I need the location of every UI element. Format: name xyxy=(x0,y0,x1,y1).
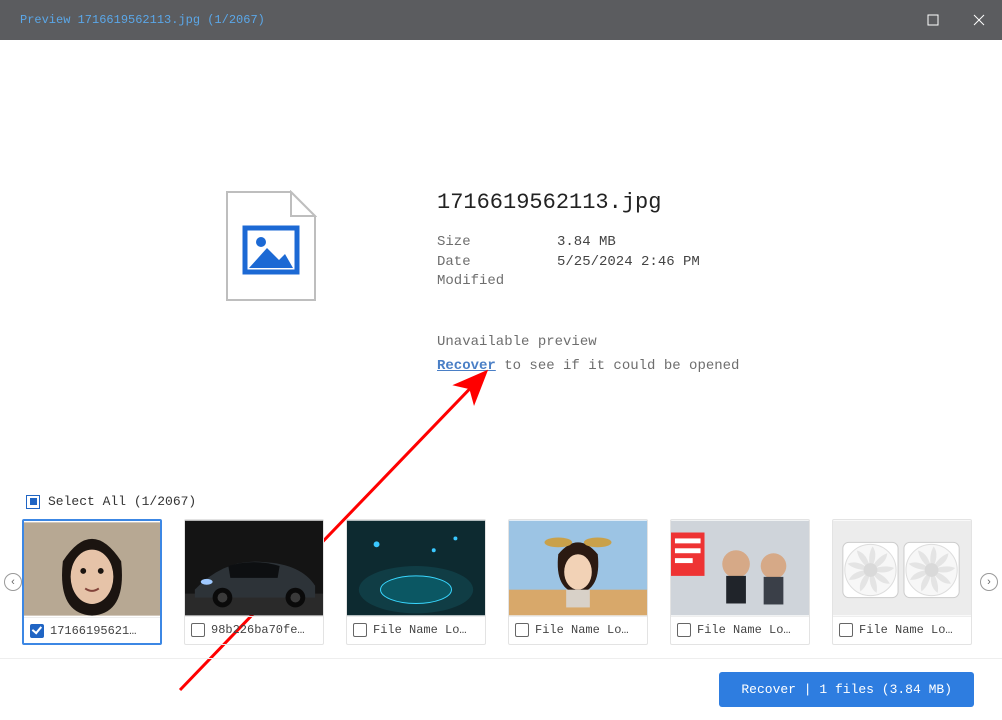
thumbnail-label: File Name Lo… xyxy=(535,623,629,637)
recover-link[interactable]: Recover xyxy=(437,358,496,374)
thumbnail-image xyxy=(24,521,160,617)
thumbnail-item[interactable]: 98b226ba70fe… xyxy=(184,519,324,645)
thumbnail-strip: Select All (1/2067) ‹ › 17166195621… 98b2… xyxy=(0,494,1002,645)
thumbnail-item[interactable]: File Name Lo… xyxy=(346,519,486,645)
thumbnail-checkbox[interactable] xyxy=(353,623,367,637)
select-all-label: Select All (1/2067) xyxy=(48,494,196,509)
thumbnail-label: File Name Lo… xyxy=(859,623,953,637)
maximize-button[interactable] xyxy=(910,0,956,40)
file-type-icon xyxy=(225,190,317,302)
file-name: 1716619562113.jpg xyxy=(437,190,777,215)
size-value: 3.84 MB xyxy=(557,233,616,253)
thumbnail-image xyxy=(347,520,485,616)
date-modified-value: 5/25/2024 2:46 PM xyxy=(557,253,700,292)
thumbnail-image xyxy=(833,520,971,616)
size-label: Size xyxy=(437,233,537,253)
thumbnail-item[interactable]: File Name Lo… xyxy=(832,519,972,645)
recover-button[interactable]: Recover | 1 files (3.84 MB) xyxy=(719,672,974,707)
preview-body: 1716619562113.jpg Size 3.84 MB Date Modi… xyxy=(0,40,1002,720)
thumbnail-checkbox[interactable] xyxy=(515,623,529,637)
thumbnail-image xyxy=(509,520,647,616)
footer-bar: Recover | 1 files (3.84 MB) xyxy=(0,658,1002,720)
thumbnail-label: File Name Lo… xyxy=(697,623,791,637)
title-bar: Preview 1716619562113.jpg (1/2067) xyxy=(0,0,1002,40)
thumbnail-image xyxy=(185,520,323,616)
thumbnail-checkbox[interactable] xyxy=(839,623,853,637)
recover-suffix: to see if it could be opened xyxy=(496,358,740,374)
thumb-nav-right[interactable]: › xyxy=(980,573,998,591)
thumbnail-item[interactable]: File Name Lo… xyxy=(670,519,810,645)
thumbnail-item[interactable]: 17166195621… xyxy=(22,519,162,645)
thumbnail-label: File Name Lo… xyxy=(373,623,467,637)
thumbnail-checkbox[interactable] xyxy=(30,624,44,638)
thumbnail-label: 17166195621… xyxy=(50,624,136,638)
thumb-nav-left[interactable]: ‹ xyxy=(4,573,22,591)
file-info-panel: 1716619562113.jpg Size 3.84 MB Date Modi… xyxy=(437,190,777,374)
unavailable-preview-text: Unavailable preview xyxy=(437,334,777,350)
select-all-checkbox[interactable] xyxy=(26,495,40,509)
thumbnail-checkbox[interactable] xyxy=(677,623,691,637)
thumbnail-item[interactable]: File Name Lo… xyxy=(508,519,648,645)
thumbnail-label: 98b226ba70fe… xyxy=(211,623,305,637)
recover-instruction: Recover to see if it could be opened xyxy=(437,358,777,374)
date-modified-label: Date Modified xyxy=(437,253,537,292)
thumbnail-checkbox[interactable] xyxy=(191,623,205,637)
window-title: Preview 1716619562113.jpg (1/2067) xyxy=(20,13,265,27)
close-button[interactable] xyxy=(956,0,1002,40)
thumbnail-image xyxy=(671,520,809,616)
